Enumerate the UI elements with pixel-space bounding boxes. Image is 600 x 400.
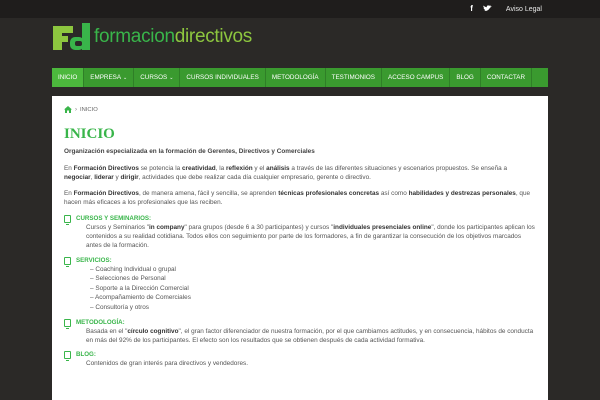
section-heading: METODOLOGÍA: — [64, 318, 536, 329]
section-servicios: SERVICIOS: – Coaching Individual o grupa… — [64, 256, 536, 313]
breadcrumb: › INICIO — [64, 106, 536, 115]
bold-text: análisis — [266, 164, 290, 172]
twitter-icon[interactable] — [482, 4, 492, 14]
bold-text: técnicas profesionales concretas — [278, 190, 380, 198]
intro-text: Organización especializada en la formaci… — [64, 148, 315, 156]
section-title: SERVICIOS: — [76, 256, 112, 264]
text: , actividades que debe realizar cada día… — [138, 173, 371, 181]
text: En — [64, 190, 74, 198]
list-item: – Selecciones de Personal — [90, 275, 166, 283]
top-bar: f Aviso Legal — [0, 0, 600, 18]
bold-text: negociar — [64, 173, 91, 181]
document-icon — [64, 214, 71, 225]
bold-text: creatividad — [181, 164, 216, 172]
section-body: Contenidos de gran interés para directiv… — [86, 360, 248, 368]
nav-item-cursos[interactable]: CURSOS ⌄ — [134, 68, 181, 87]
logo-mark-icon — [53, 23, 90, 50]
section-heading: BLOG: — [64, 351, 536, 362]
breadcrumb-current: INICIO — [80, 107, 98, 113]
logo-text: formaciondirectivos — [94, 26, 252, 48]
facebook-icon[interactable]: f — [470, 5, 473, 13]
services-list: – Coaching Individual o grupal – Selecci… — [64, 265, 536, 313]
list-item: – Soporte a la Dirección Comercial — [90, 284, 189, 292]
text: Cursos y Seminarios " — [86, 223, 149, 231]
bold-text: individuales presenciales online — [333, 223, 432, 231]
bold-text: círculo cognitivo — [127, 327, 179, 335]
bold-text: liderar — [94, 173, 114, 181]
list-item: – Coaching Individual o grupal — [90, 265, 176, 273]
text: En — [64, 164, 74, 172]
nav-label: METODOLOGÍA — [271, 74, 319, 81]
nav-item-cursos-individuales[interactable]: CURSOS INDIVIDUALES — [180, 68, 266, 87]
text: Basada en el " — [86, 327, 128, 335]
nav-label: CURSOS — [140, 74, 168, 81]
section-body: Basada en el "círculo cognitivo", el gra… — [64, 327, 536, 346]
text: a través de las diferentes situaciones y… — [289, 164, 508, 172]
nav-item-metodologia[interactable]: METODOLOGÍA — [266, 68, 326, 87]
list-item: – Consultoría y otros — [90, 304, 149, 312]
text: así como — [379, 190, 409, 198]
nav-label: ACCESO CAMPUS — [388, 74, 444, 81]
nav-label: BLOG — [456, 74, 474, 81]
bold-text: habilidades y destrezas personales — [408, 190, 516, 198]
section-title: BLOG: — [76, 351, 96, 359]
page-title: INICIO — [64, 126, 115, 143]
site-logo[interactable]: formaciondirectivos — [52, 22, 252, 52]
main-nav: INICIO EMPRESA ⌄ CURSOS ⌄ CURSOS INDIVIDUA… — [52, 68, 548, 87]
bold-text: dirigir — [120, 173, 139, 181]
nav-item-testimonios[interactable]: TESTIMONIOS — [326, 68, 383, 87]
breadcrumb-separator: › — [75, 107, 77, 113]
bold-text: Formación Directivos — [73, 164, 139, 172]
nav-label: CONTACTAR — [486, 74, 526, 81]
text: , de manera amena, fácil y sencilla, se … — [138, 190, 279, 198]
list-item: – Acompañamiento de Comerciales — [90, 294, 191, 302]
top-links: f Aviso Legal — [470, 4, 542, 14]
chevron-down-icon: ⌄ — [123, 74, 128, 81]
section-blog: BLOG: Contenidos de gran interés para di… — [64, 351, 536, 368]
section-heading: SERVICIOS: — [64, 256, 536, 267]
text: , la — [215, 164, 227, 172]
home-icon[interactable] — [64, 106, 72, 115]
aviso-legal-link[interactable]: Aviso Legal — [506, 6, 542, 13]
document-icon — [64, 256, 71, 267]
section-metodologia: METODOLOGÍA: Basada en el "círculo cogni… — [64, 318, 536, 346]
document-icon — [64, 318, 71, 329]
nav-label: INICIO — [58, 74, 78, 81]
section-title: METODOLOGÍA: — [76, 318, 125, 326]
bold-text: in company — [149, 223, 185, 231]
nav-item-inicio[interactable]: INICIO — [52, 68, 85, 87]
nav-item-blog[interactable]: BLOG — [450, 68, 481, 87]
bold-text: reflexión — [226, 164, 253, 172]
text: se potencia la — [138, 164, 182, 172]
nav-item-acceso-campus[interactable]: ACCESO CAMPUS — [382, 68, 451, 87]
paragraph-2: En Formación Directivos, de manera amena… — [64, 189, 536, 208]
section-body: Cursos y Seminarios "in company" para gr… — [64, 223, 536, 251]
nav-label: EMPRESA — [90, 74, 122, 81]
nav-item-empresa[interactable]: EMPRESA ⌄ — [84, 68, 135, 87]
logo-text-b: directivos — [174, 26, 253, 47]
document-icon — [64, 351, 71, 362]
main-content: › INICIO INICIO Organización especializa… — [52, 96, 548, 400]
chevron-down-icon: ⌄ — [169, 74, 174, 81]
logo-text-a: formacion — [94, 26, 175, 47]
text: y — [113, 173, 121, 181]
nav-label: CURSOS INDIVIDUALES — [186, 74, 259, 81]
nav-label: TESTIMONIOS — [331, 74, 376, 81]
text: " para grupos (desde 6 a 30 participante… — [184, 223, 334, 231]
section-heading: CURSOS Y SEMINARIOS: — [64, 214, 536, 225]
bold-text: Formación Directivos — [73, 190, 139, 198]
nav-item-contactar[interactable]: CONTACTAR — [481, 68, 533, 87]
section-title: CURSOS Y SEMINARIOS: — [76, 214, 152, 222]
text: y el — [252, 164, 267, 172]
paragraph-1: En Formación Directivos se potencia la c… — [64, 164, 536, 183]
section-cursos: CURSOS Y SEMINARIOS: Cursos y Seminarios… — [64, 214, 536, 251]
